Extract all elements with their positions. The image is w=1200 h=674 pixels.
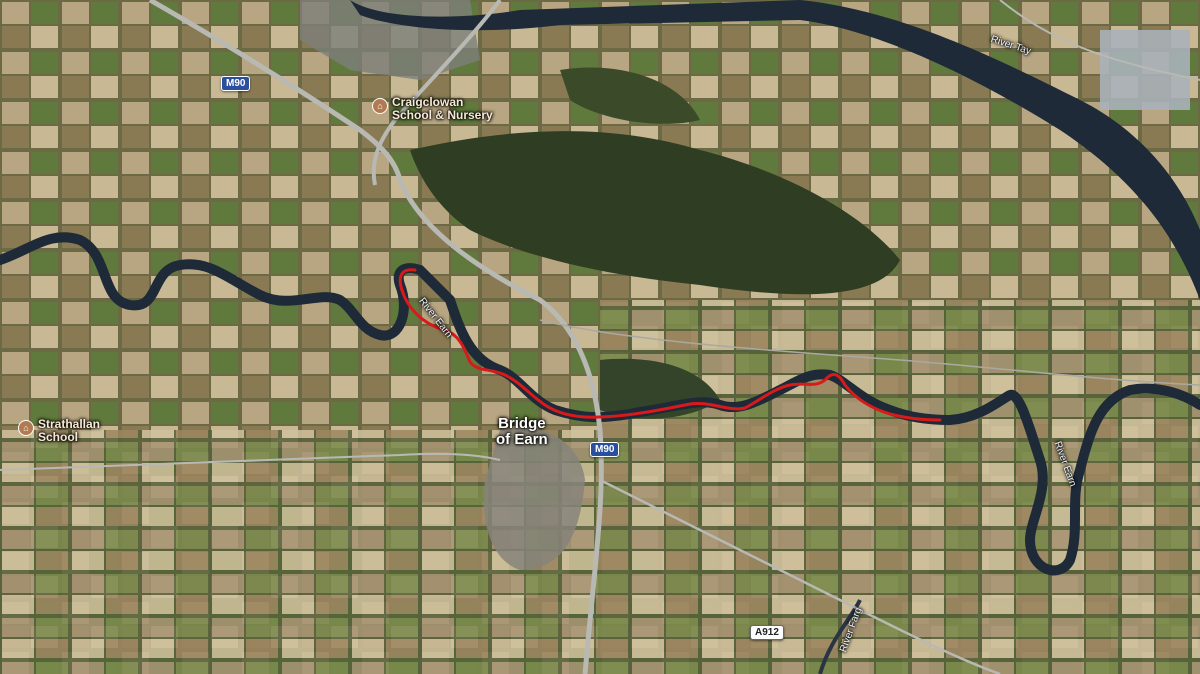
town-label-bridge-of-earn: Bridge of Earn	[496, 415, 548, 448]
road-shield-m90-south: M90	[590, 442, 620, 457]
road-shield-a912: A912	[750, 625, 784, 640]
road-shield-m90-north: M90	[221, 76, 251, 91]
school-icon: ⌂	[372, 98, 388, 114]
school-icon: ⌂	[18, 420, 34, 436]
poi-label: Craigclowan School & Nursery	[392, 95, 493, 122]
glasshouses	[1100, 30, 1190, 110]
poi-strathallan-school[interactable]: ⌂ Strathallan School	[18, 418, 100, 444]
poi-label: Strathallan School	[38, 417, 101, 444]
satellite-map[interactable]: ⌂ Craigclowan School & Nursery ⌂ Strathal…	[0, 0, 1200, 674]
map-canvas	[0, 0, 1200, 674]
poi-craigclowan-school[interactable]: ⌂ Craigclowan School & Nursery	[372, 96, 493, 122]
farmland-southeast	[600, 300, 1200, 674]
